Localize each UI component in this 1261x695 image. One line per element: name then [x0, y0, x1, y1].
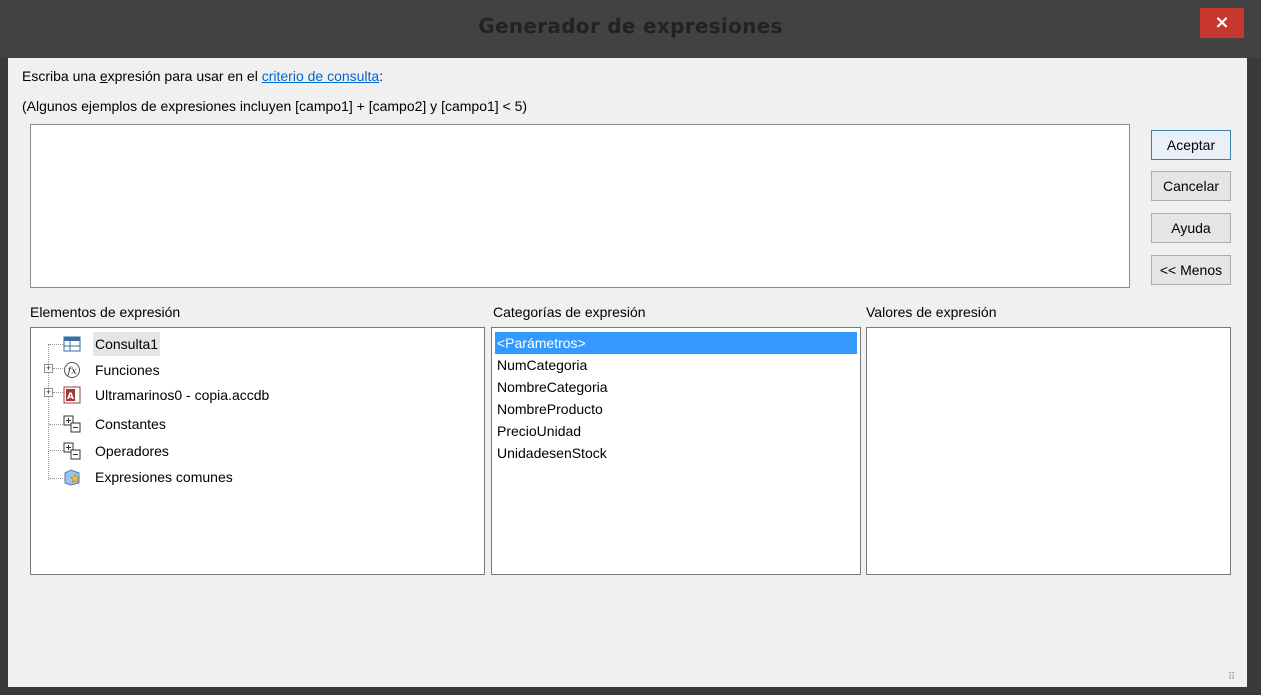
prompt-access-key: e	[99, 68, 108, 84]
expression-prompt: Escriba una expresión para usar en el cr…	[22, 68, 383, 84]
expression-examples: (Algunos ejemplos de expresiones incluye…	[22, 98, 528, 114]
elements-label: Elementos de expresión	[30, 304, 181, 320]
window-title: Generador de expresiones	[478, 14, 783, 38]
tree-connector	[49, 450, 63, 451]
tree-connector	[49, 344, 63, 345]
operators-icon	[63, 442, 81, 460]
expand-database-toggle[interactable]: +	[44, 388, 53, 397]
function-icon: fx	[63, 361, 81, 379]
tree-connector	[53, 392, 63, 393]
tree-item-label: Expresiones comunes	[95, 469, 233, 485]
query-criteria-link[interactable]: criterio de consulta	[262, 68, 380, 84]
tree-item-label: Funciones	[95, 362, 160, 378]
tree-item-label: Consulta1	[93, 332, 161, 356]
prompt-mid: xpresión para usar en el	[107, 68, 262, 84]
prompt-prefix: Escriba una	[22, 68, 100, 84]
cancel-button[interactable]: Cancelar	[1151, 171, 1231, 201]
ok-button[interactable]: Aceptar	[1151, 130, 1231, 160]
prompt-suffix: :	[379, 68, 384, 84]
constants-icon	[63, 415, 81, 433]
help-button[interactable]: Ayuda	[1151, 213, 1231, 243]
expand-funciones-toggle[interactable]: +	[44, 364, 53, 373]
tree-connector	[49, 424, 63, 425]
elements-tree[interactable]: + + Consulta1 fx Funciones A Ultramarino…	[30, 327, 485, 575]
category-item[interactable]: NombreProducto	[495, 398, 857, 420]
category-item[interactable]: UnidadesenStock	[495, 442, 857, 464]
expression-input[interactable]	[30, 124, 1130, 288]
expression-builder-window: Generador de expresiones × Escriba una e…	[0, 0, 1261, 695]
close-button[interactable]: ×	[1200, 8, 1244, 38]
resize-grip-icon[interactable]: ⠿	[1228, 672, 1235, 683]
tree-item-label: Constantes	[95, 416, 166, 432]
tree-connector	[53, 368, 63, 369]
values-label: Valores de expresión	[866, 304, 997, 320]
query-icon	[63, 335, 81, 353]
values-list[interactable]	[866, 327, 1231, 575]
categories-list[interactable]: <Parámetros> NumCategoria NombreCategori…	[491, 327, 861, 575]
categories-label: Categorías de expresión	[493, 304, 646, 320]
category-item[interactable]: PrecioUnidad	[495, 420, 857, 442]
title-bar[interactable]: Generador de expresiones ×	[0, 0, 1261, 58]
less-button[interactable]: << Menos	[1151, 255, 1231, 285]
common-expressions-icon	[63, 468, 81, 486]
access-database-icon: A	[63, 386, 81, 404]
category-item[interactable]: NombreCategoria	[495, 376, 857, 398]
tree-connector	[49, 478, 63, 479]
tree-item-label: Ultramarinos0 - copia.accdb	[95, 387, 270, 403]
category-item[interactable]: NumCategoria	[495, 354, 857, 376]
svg-text:fx: fx	[67, 366, 78, 377]
svg-text:A: A	[67, 392, 74, 402]
tree-item-label: Operadores	[95, 443, 169, 459]
category-item-selected[interactable]: <Parámetros>	[495, 332, 857, 354]
